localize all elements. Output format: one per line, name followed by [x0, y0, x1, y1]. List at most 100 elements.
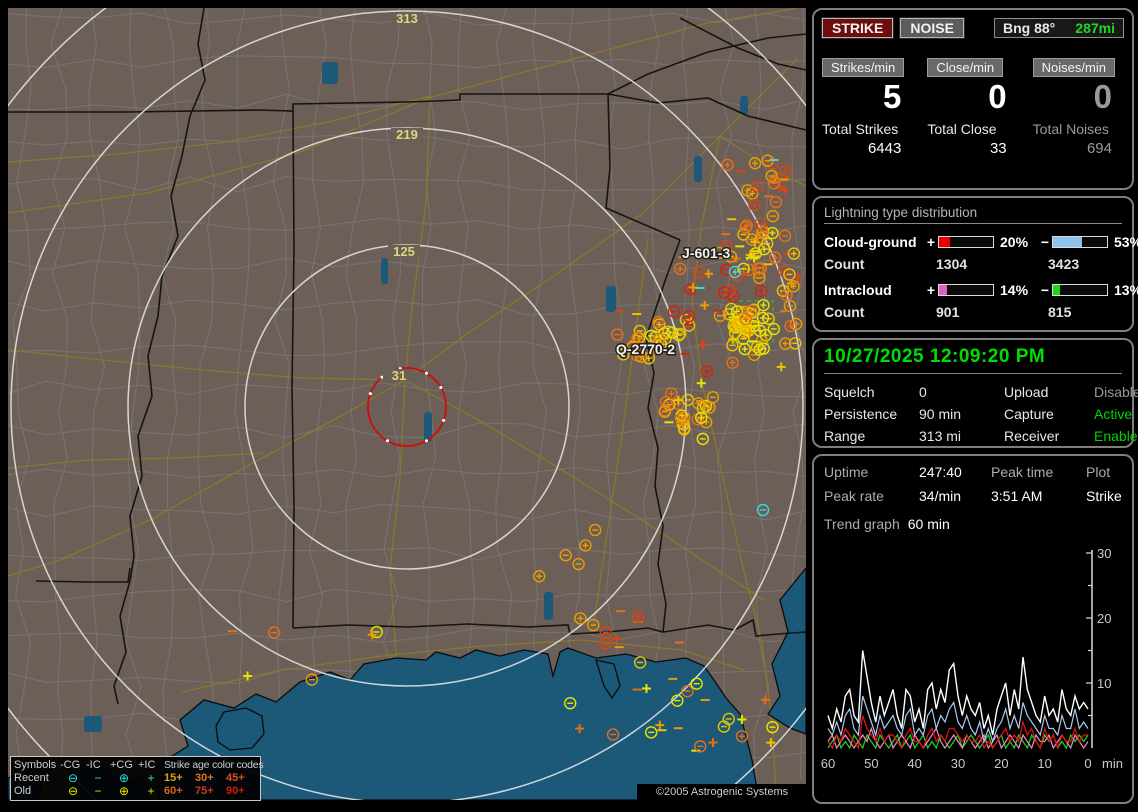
svg-text:20: 20 [994, 756, 1008, 771]
receiver-status: Enabled [1094, 428, 1138, 444]
svg-text:30: 30 [951, 756, 965, 771]
neg-ic-count: 815 [1048, 304, 1122, 320]
old-neg-ic-icon: − [86, 785, 110, 798]
datetime-display: 10/27/2025 12:09:20 PM [824, 346, 1122, 374]
legend-header-symbols: Symbols [14, 759, 60, 772]
old-pos-ic-icon: + [138, 785, 164, 798]
bearing-value: Bng 88° [1003, 20, 1055, 36]
close-per-min-button[interactable]: Close/min [927, 58, 1003, 77]
old-neg-cg-icon: ⊖ [60, 785, 86, 798]
svg-text:J-601-3: J-601-3 [682, 245, 730, 261]
svg-text:125: 125 [393, 244, 415, 259]
upload-status: Disabled [1094, 384, 1138, 400]
svg-text:20: 20 [1097, 611, 1111, 626]
pos-ic-count: 901 [936, 304, 1048, 320]
svg-text:30: 30 [1097, 546, 1111, 561]
neg-cg-bar-fill [1053, 237, 1082, 247]
count-label: Count [824, 256, 936, 272]
svg-text:0: 0 [1084, 756, 1091, 771]
total-close-value: 33 [927, 140, 1018, 157]
distribution-title: Lightning type distribution [824, 205, 1122, 224]
strikes-column: Strikes/min 5 Total Strikes 6443 [822, 58, 913, 157]
distribution-panel: Lightning type distribution Cloud-ground… [812, 196, 1134, 332]
pos-cg-bar [938, 236, 994, 248]
neg-ic-bar [1052, 284, 1108, 296]
total-close-label: Total Close [927, 121, 1018, 137]
capture-label: Capture [1004, 406, 1094, 422]
noises-per-min-value: 0 [1033, 78, 1124, 116]
trend-graph-canvas: 1020306050403020100min [820, 542, 1128, 794]
bearing-readout: Bng 88° 287mi [994, 18, 1124, 38]
neg-cg-percent: 53% [1108, 234, 1138, 250]
svg-text:50: 50 [864, 756, 878, 771]
noises-per-min-button[interactable]: Noises/min [1033, 58, 1115, 77]
neg-cg-bar [1052, 236, 1108, 248]
plus-sign: + [924, 282, 938, 298]
total-noises-value: 694 [1033, 140, 1124, 157]
close-per-min-value: 0 [927, 78, 1018, 116]
uptime-label: Uptime [824, 464, 919, 480]
peak-rate-label: Peak rate [824, 488, 919, 504]
plot-label: Plot [1086, 464, 1122, 480]
status-panel: 10/27/2025 12:09:20 PM Squelch 0 Upload … [812, 338, 1134, 448]
total-strikes-label: Total Strikes [822, 121, 913, 137]
nexstorm-window: 313 219 125 31 J-601-3 ✓ Q-2770-2 Symbols -CG … [0, 0, 1138, 812]
persistence-value: 90 min [919, 406, 1004, 422]
svg-text:Q-2770-2: Q-2770-2 [616, 341, 675, 357]
neg-ic-percent: 13% [1108, 282, 1138, 298]
cloud-ground-counts: Count 1304 3423 [824, 256, 1122, 272]
upload-label: Upload [1004, 384, 1094, 400]
uptime-value: 247:40 [919, 464, 991, 480]
age-15: 15+ [164, 772, 195, 785]
pos-cg-percent: 20% [994, 234, 1038, 250]
svg-text:219: 219 [396, 127, 418, 142]
svg-text:min: min [1102, 756, 1123, 771]
range-value: 313 mi [919, 428, 1004, 444]
pos-cg-bar-fill [939, 237, 950, 247]
neg-cg-count: 3423 [1048, 256, 1122, 272]
svg-text:40: 40 [907, 756, 921, 771]
lightning-map[interactable]: 313 219 125 31 J-601-3 ✓ Q-2770-2 Symbols -CG … [8, 8, 806, 800]
copyright-notice: ©2005 Astrogenic Systems [637, 784, 807, 800]
peak-time-label: Peak time [991, 464, 1086, 480]
minus-sign: − [1038, 234, 1052, 250]
capture-status: Active [1094, 406, 1138, 422]
close-column: Close/min 0 Total Close 33 [927, 58, 1018, 157]
pos-ic-bar [938, 284, 994, 296]
count-label: Count [824, 304, 936, 320]
peak-time-value: 3:51 AM [991, 488, 1086, 504]
minus-sign: − [1038, 282, 1052, 298]
plus-sign: + [924, 234, 938, 250]
strikes-per-min-button[interactable]: Strikes/min [822, 58, 904, 77]
range-label: Range [824, 428, 919, 444]
old-pos-cg-icon: ⊕ [110, 785, 138, 798]
trend-graph-label: Trend graph [824, 516, 900, 532]
strike-toggle-button[interactable]: STRIKE [822, 18, 893, 38]
intracloud-counts: Count 901 815 [824, 304, 1122, 320]
legend-old-label: Old [14, 785, 60, 798]
squelch-value: 0 [919, 384, 1004, 400]
counters-panel: STRIKE NOISE Bng 88° 287mi Strikes/min 5… [812, 8, 1134, 190]
svg-text:✓: ✓ [744, 249, 755, 264]
age-90: 90+ [226, 785, 257, 798]
intracloud-row: Intracloud + 14% − 13% [824, 282, 1122, 298]
pos-ic-bar-fill [939, 285, 947, 295]
noises-column: Noises/min 0 Total Noises 694 [1033, 58, 1124, 157]
persistence-label: Persistence [824, 406, 919, 422]
svg-text:10: 10 [1037, 756, 1051, 771]
svg-text:60: 60 [821, 756, 835, 771]
intracloud-label: Intracloud [824, 282, 924, 298]
age-75: 75+ [195, 785, 226, 798]
total-noises-label: Total Noises [1033, 121, 1124, 137]
noise-toggle-button[interactable]: NOISE [900, 18, 964, 38]
map-canvas[interactable]: 313 219 125 31 J-601-3 ✓ Q-2770-2 [8, 8, 806, 800]
cloud-ground-label: Cloud-ground [824, 234, 924, 250]
age-30: 30+ [195, 772, 226, 785]
strikes-per-min-value: 5 [822, 78, 913, 116]
trend-graph-window: 60 min [908, 516, 950, 532]
svg-text:313: 313 [396, 11, 418, 26]
svg-text:31: 31 [392, 368, 406, 383]
map-legend: Symbols -CG -IC +CG +IC Strike age color… [10, 756, 261, 801]
trend-panel: Uptime 247:40 Peak time Plot Peak rate 3… [812, 454, 1134, 804]
neg-ic-bar-fill [1053, 285, 1060, 295]
